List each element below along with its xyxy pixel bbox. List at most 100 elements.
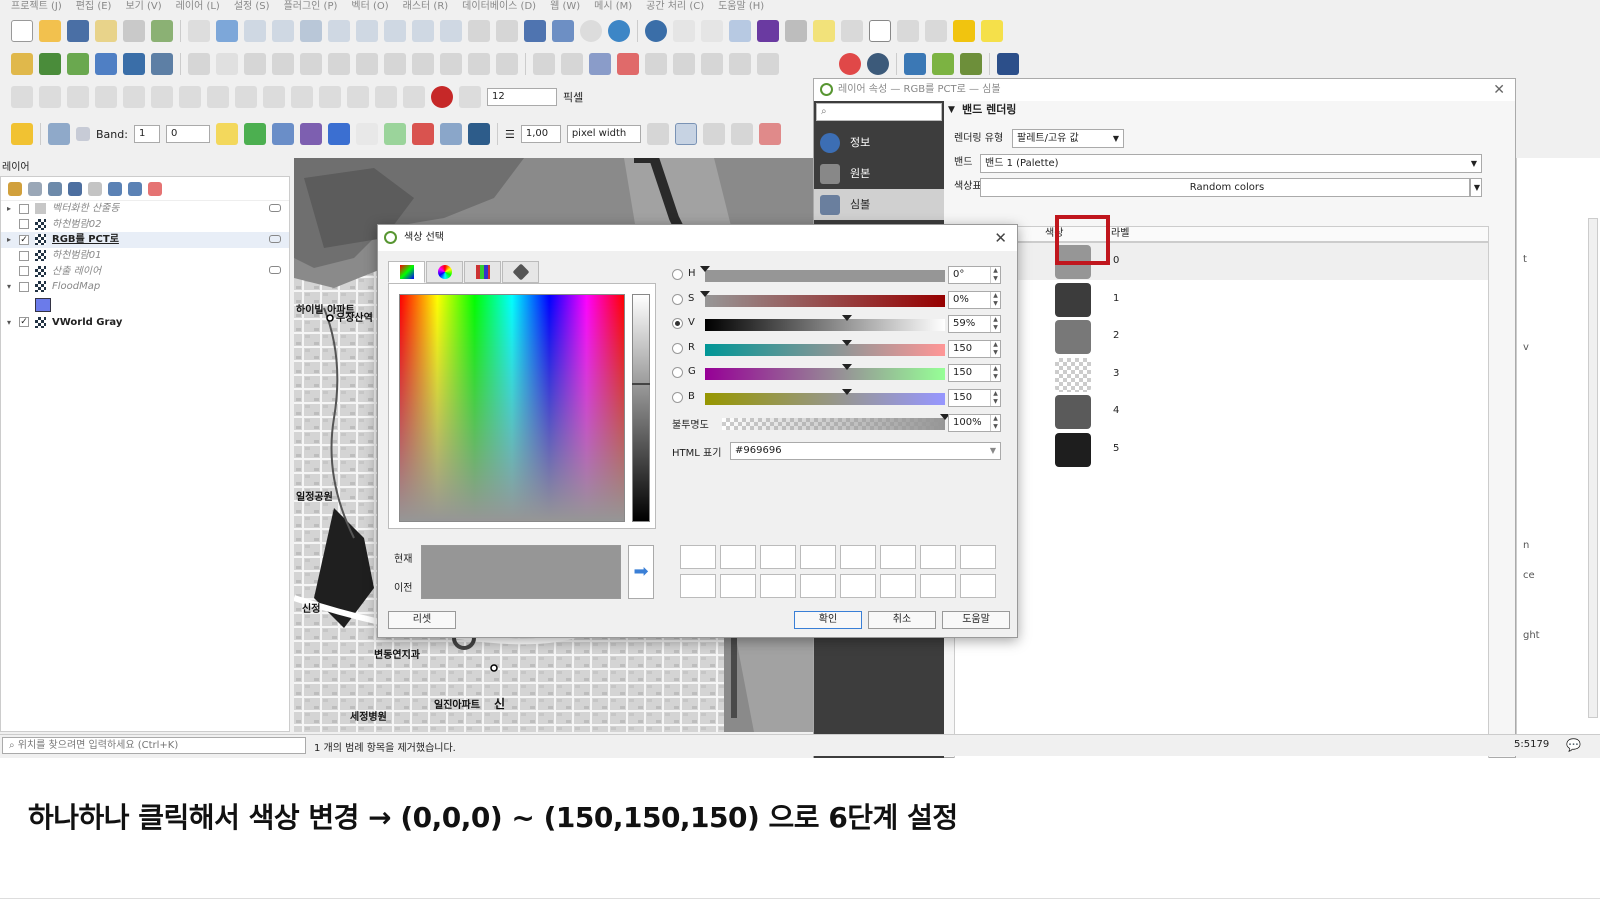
swatch-slot[interactable] (760, 545, 796, 569)
filter-by-map-icon[interactable] (88, 181, 102, 196)
add-ring-icon[interactable] (235, 86, 257, 108)
add-to-swatches-button[interactable]: ➡ (628, 545, 654, 599)
channel-slider[interactable] (705, 364, 945, 381)
layer-item[interactable]: 하천범람02 (1, 217, 289, 233)
band-rendering-section[interactable]: ▼ 밴드 렌더링 (944, 101, 1517, 119)
merge-features-icon[interactable] (95, 86, 117, 108)
layer-visibility-checkbox[interactable] (19, 219, 29, 230)
html-notation-input[interactable]: #969696 ▼ (730, 442, 1001, 460)
plugin-leaf-icon[interactable] (932, 53, 954, 75)
channel-spinbox[interactable]: 0° ▲ ▼ (948, 266, 1001, 284)
tab-color-wheel[interactable] (426, 261, 463, 283)
zoom-selection-icon[interactable] (328, 20, 350, 42)
zoom-in-icon[interactable] (244, 20, 266, 42)
delete-vertex-icon[interactable] (758, 123, 781, 145)
spin-arrows-icon[interactable]: ▲ ▼ (990, 390, 1000, 406)
sidebar-item-symbology[interactable]: 심볼 (814, 189, 944, 220)
class-row[interactable]: 0 (955, 243, 1488, 280)
eyedropper-icon[interactable] (48, 123, 70, 145)
swatch-slot[interactable] (720, 545, 756, 569)
label-tool-icon[interactable] (533, 53, 555, 75)
snap-unit-label[interactable]: 픽셀 (563, 89, 583, 105)
sidebar-item-source[interactable]: 원본 (814, 158, 944, 189)
add-group-icon[interactable] (28, 181, 42, 196)
ok-button[interactable]: 확인 (794, 611, 862, 629)
channel-radio[interactable] (672, 367, 683, 379)
layer-indicator-icon[interactable] (269, 235, 281, 244)
channel-spinbox[interactable]: 0% ▲ ▼ (948, 290, 1001, 309)
layer-item[interactable] (1, 295, 289, 315)
channel-slider[interactable] (705, 315, 945, 332)
channel-spinbox[interactable]: 150 ▲ ▼ (948, 389, 1001, 407)
simplify-icon[interactable] (207, 86, 229, 108)
pixel-value-input[interactable]: 0 (165, 125, 210, 143)
expand-arrow-icon[interactable]: ▾ (7, 315, 19, 330)
label-abc-red-icon[interactable] (617, 53, 639, 75)
plugin-map-icon[interactable] (960, 53, 982, 75)
menu-mesh[interactable]: 메시 (M) (587, 0, 639, 14)
pan-to-selection-icon[interactable] (216, 20, 238, 42)
remove-vertex-icon[interactable] (730, 123, 753, 145)
label-pin-icon[interactable] (561, 53, 583, 75)
channel-spinbox[interactable]: 150 ▲ ▼ (948, 339, 1001, 358)
undo-raster-icon[interactable] (355, 123, 378, 145)
class-row[interactable]: 4 (955, 393, 1488, 430)
messages-icon[interactable]: 💬 (1566, 738, 1581, 752)
channel-radio[interactable] (672, 269, 683, 280)
digitize-icon[interactable] (95, 53, 117, 75)
raster-help-icon[interactable] (467, 123, 490, 145)
layer-item[interactable]: ▸ ✓ RGB를 PCT로 (1, 232, 289, 248)
channel-slider[interactable] (705, 389, 945, 405)
opacity-slider[interactable] (722, 414, 950, 430)
channel-slider[interactable] (705, 339, 945, 356)
color-ramp-dropdown[interactable]: ▼ (1470, 178, 1482, 197)
vertex-pick-icon[interactable] (646, 123, 669, 145)
swatch-slot[interactable] (680, 574, 716, 598)
erase-icon[interactable] (411, 123, 434, 145)
pan-hand-icon[interactable] (188, 20, 210, 42)
class-color-swatch[interactable] (1055, 357, 1091, 392)
copy-icon[interactable] (412, 53, 434, 75)
layer-visibility-checkbox[interactable] (19, 250, 29, 261)
layer-visibility-checkbox[interactable]: ✓ (19, 317, 29, 328)
swatch-slot[interactable] (760, 574, 796, 598)
swatch-slot[interactable] (840, 574, 876, 598)
swatch-slot[interactable] (720, 574, 756, 598)
class-color-swatch[interactable] (1055, 320, 1091, 354)
sidebar-item-info[interactable]: 정보 (814, 127, 944, 158)
label-change-icon[interactable] (701, 53, 723, 75)
temporal-controller-icon[interactable] (580, 20, 602, 42)
width-unit-select[interactable]: pixel width (566, 125, 641, 143)
layer-style-icon[interactable] (8, 181, 22, 196)
deselect-icon[interactable] (925, 20, 947, 42)
chevron-down-icon[interactable]: ▼ (990, 443, 996, 459)
cut-icon[interactable] (384, 53, 406, 75)
scrollbar[interactable] (1588, 218, 1598, 718)
add-feature-icon[interactable] (272, 53, 294, 75)
layer-item[interactable]: 하천범람01 (1, 248, 289, 264)
class-label[interactable]: 2 (1113, 330, 1119, 341)
menu-layer[interactable]: 레이어 (L) (169, 0, 227, 14)
layer-visibility-checkbox[interactable]: ✓ (19, 234, 29, 245)
class-label[interactable]: 4 (1113, 405, 1119, 416)
show-bookmarks-icon[interactable] (552, 20, 574, 42)
delete-part-icon[interactable] (347, 86, 369, 108)
line-width-input[interactable]: 1,00 (520, 125, 561, 143)
color-spectrum-area[interactable] (399, 294, 625, 522)
class-label[interactable]: 5 (1113, 443, 1119, 454)
save-edits-icon[interactable] (244, 53, 266, 75)
tools-icon[interactable] (439, 123, 462, 145)
class-row[interactable]: 3 (955, 356, 1488, 393)
layer-indicator-icon[interactable] (269, 204, 281, 212)
channel-spinbox[interactable]: 150 ▲ ▼ (948, 364, 1001, 383)
bookmark-icon[interactable] (524, 20, 546, 42)
spin-arrows-icon[interactable]: ▲ ▼ (990, 316, 1000, 333)
class-row[interactable]: 1 (955, 281, 1488, 318)
select-pointer-icon[interactable] (674, 123, 697, 145)
layer-item[interactable]: ▾ ✓ VWorld Gray (1, 315, 289, 331)
zoom-out-icon[interactable] (272, 20, 294, 42)
fill-icon[interactable] (243, 123, 266, 145)
measure-icon[interactable] (785, 20, 807, 42)
close-icon[interactable]: ✕ (1493, 79, 1505, 101)
menu-settings[interactable]: 설정 (S) (227, 0, 277, 14)
